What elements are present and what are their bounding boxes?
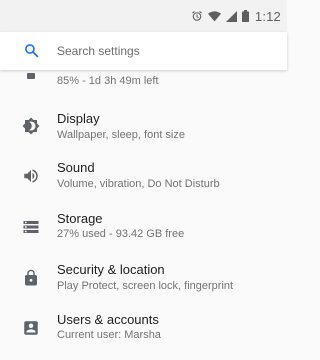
settings-item-sound[interactable]: Sound Volume, vibration, Do Not Disturb [0, 154, 287, 204]
storage-summary: 27% used - 93.42 GB free [57, 228, 185, 240]
account-icon [22, 319, 40, 337]
settings-item-storage[interactable]: Storage 27% used - 93.42 GB free [0, 204, 287, 254]
settings-item-security[interactable]: Security & location Play Protect, screen… [0, 256, 287, 306]
status-time: 1:12 [254, 8, 281, 24]
volume-icon [22, 167, 40, 185]
lock-icon [22, 269, 40, 287]
settings-item-battery[interactable]: 85% - 1d 3h 49m left [0, 70, 287, 98]
search-icon[interactable] [24, 43, 39, 63]
users-summary: Current user: Marsha [57, 329, 161, 341]
status-bar: 1:12 [0, 0, 287, 32]
battery-summary: 85% - 1d 3h 49m left [57, 75, 159, 87]
settings-item-display[interactable]: Display Wallpaper, sleep, font size [0, 104, 287, 154]
wifi-icon [207, 10, 221, 22]
brightness-icon [22, 117, 40, 135]
signal-icon [225, 10, 237, 22]
security-summary: Play Protect, screen lock, fingerprint [57, 280, 234, 292]
settings-item-users[interactable]: Users & accounts Current user: Marsha [0, 308, 287, 358]
display-summary: Wallpaper, sleep, font size [57, 129, 185, 141]
search-input[interactable] [57, 40, 267, 62]
storage-icon [22, 218, 40, 236]
sound-title: Sound [57, 160, 95, 175]
storage-title: Storage [57, 211, 103, 226]
search-bar[interactable] [0, 32, 287, 70]
display-title: Display [57, 111, 100, 126]
status-icons: 1:12 [191, 8, 281, 24]
alarm-icon [191, 10, 203, 22]
sound-summary: Volume, vibration, Do Not Disturb [57, 178, 220, 190]
security-title: Security & location [57, 262, 165, 277]
users-title: Users & accounts [57, 312, 159, 327]
battery-icon [22, 70, 40, 88]
battery-icon [241, 10, 249, 22]
